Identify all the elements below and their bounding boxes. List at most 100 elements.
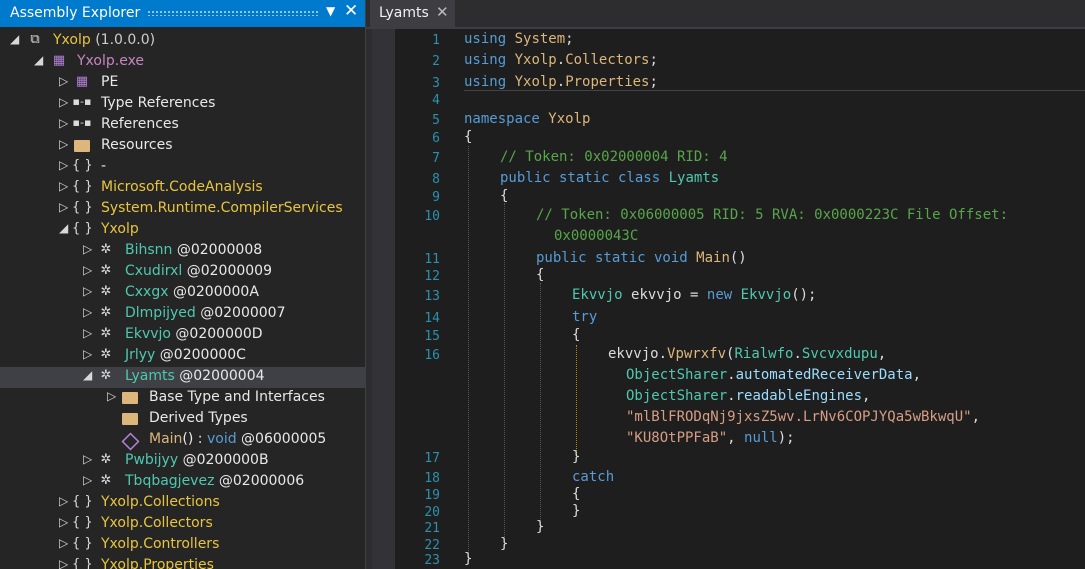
code-line[interactable]: Ekvvjo ekvvjo = new Ekvvjo(); (572, 287, 817, 303)
code-line[interactable]: { (536, 267, 544, 283)
tab-lyamts[interactable]: Lyamts ✕ (370, 0, 455, 27)
tree-item-class[interactable]: ▷ ✲ Tbqbagjevez @02000006 (0, 472, 365, 493)
code-line[interactable]: ObjectSharer.automatedReceiverData, (626, 367, 921, 383)
tree-item-class[interactable]: ▷ ✲ Cxudirxl @02000009 (0, 262, 365, 283)
tree-item-class[interactable]: ▷ ✲ Bihsnn @02000008 (0, 241, 365, 262)
code-line[interactable]: } (536, 519, 544, 535)
pe-icon: ▦ (75, 74, 89, 89)
line-number: 12 (424, 269, 440, 284)
collapsed-arrow-icon[interactable]: ▷ (59, 536, 71, 550)
expanded-arrow-icon[interactable]: ◢ (83, 368, 95, 382)
collapsed-arrow-icon[interactable]: ▷ (59, 179, 71, 193)
tree-item-resources[interactable]: ▷ Resources (0, 136, 365, 157)
collapsed-arrow-icon[interactable]: ▷ (59, 200, 71, 214)
tree-item-namespace[interactable]: ▷ { } Yxolp.Properties (0, 556, 365, 569)
collapsed-arrow-icon[interactable]: ▷ (59, 74, 71, 88)
line-number: 18 (424, 471, 440, 486)
code-line[interactable]: } (572, 449, 580, 465)
tree-item-namespace[interactable]: ▷ { } - (0, 157, 365, 178)
collapsed-arrow-icon[interactable]: ▷ (83, 284, 95, 298)
tree-item-class[interactable]: ▷ ✲ Jrlyy @0200000C (0, 346, 365, 367)
code-line[interactable]: "mlBlFRODqNj9jxsZ5wv.LrNv6COPJYQa5wBkwqU… (626, 409, 980, 425)
editor-margin (372, 29, 395, 569)
code-editor[interactable]: 1 2 3 4 5 6 7 8 9 10 11 12 13 14 15 16 17 18 19 20 21 22 23 us… (372, 29, 1085, 569)
expanded-arrow-icon[interactable]: ◢ (10, 32, 22, 46)
tree-item-references[interactable]: ▷ ▪-▪ References (0, 115, 365, 136)
namespace-icon: { } (72, 536, 93, 551)
tree-label: Yxolp.exe (77, 53, 145, 69)
tree-item-namespace[interactable]: ▷ { } Microsoft.CodeAnalysis (0, 178, 365, 199)
panel-close-icon[interactable]: ✕ (344, 1, 358, 21)
code-line[interactable]: } (464, 551, 472, 567)
code-line[interactable]: using Yxolp.Properties; (464, 74, 658, 90)
drag-grip[interactable] (147, 10, 319, 16)
tree-item-class-selected[interactable]: ◢ ✲ Lyamts @02000004 (0, 367, 365, 388)
collapsed-arrow-icon[interactable]: ▷ (59, 515, 71, 529)
code-line[interactable]: { (464, 129, 472, 145)
collapsed-arrow-icon[interactable]: ▷ (59, 158, 71, 172)
collapsed-arrow-icon[interactable]: ▷ (107, 389, 119, 403)
tree-label: Microsoft.CodeAnalysis (101, 179, 263, 195)
tree-item-class[interactable]: ▷ ✲ Dlmpijyed @02000007 (0, 304, 365, 325)
tree-item-namespace[interactable]: ▷ { } Yxolp.Collections (0, 493, 365, 514)
code-line[interactable]: using Yxolp.Collectors; (464, 52, 658, 68)
tree-token: @0200000D (170, 326, 263, 342)
tree-item-class[interactable]: ▷ ✲ Cxxgx @0200000A (0, 283, 365, 304)
indent-guide (468, 146, 469, 553)
collapsed-arrow-icon[interactable]: ▷ (59, 494, 71, 508)
code-comment[interactable]: // Token: 0x02000004 RID: 4 (500, 149, 728, 165)
line-number: 20 (424, 505, 440, 520)
tree-item-pe[interactable]: ▷ ▦ PE (0, 73, 365, 94)
collapsed-arrow-icon[interactable]: ▷ (83, 326, 95, 340)
assembly-icon: ⧉ (30, 32, 40, 47)
collapsed-arrow-icon[interactable]: ▷ (59, 557, 71, 569)
tree-label: Yxolp.Collectors (101, 515, 213, 531)
code-line[interactable]: namespace Yxolp (464, 111, 590, 127)
tree-item-class[interactable]: ▷ ✲ Ekvvjo @0200000D (0, 325, 365, 346)
expanded-arrow-icon[interactable]: ◢ (59, 221, 71, 235)
code-line[interactable]: { (572, 327, 580, 343)
tree-item-namespace[interactable]: ◢ { } Yxolp (0, 220, 365, 241)
tree-item-method[interactable]: Main() : void @06000005 (0, 430, 365, 451)
code-line[interactable]: catch (572, 469, 614, 485)
tab-close-icon[interactable]: ✕ (436, 3, 449, 21)
namespace-icon: { } (72, 515, 93, 530)
collapsed-arrow-icon[interactable]: ▷ (83, 263, 95, 277)
code-line[interactable]: } (572, 503, 580, 519)
collapsed-arrow-icon[interactable]: ▷ (83, 305, 95, 319)
code-line[interactable]: ekvvjo.Vpwrxfv(Rialwfo.Svcvxdupu, (608, 346, 886, 362)
collapsed-arrow-icon[interactable]: ▷ (59, 95, 71, 109)
tree-item-assembly[interactable]: ◢ ⧉ Yxolp (1.0.0.0) (0, 31, 365, 52)
code-line[interactable]: ObjectSharer.readableEngines, (626, 388, 870, 404)
code-comment[interactable]: // Token: 0x06000005 RID: 5 RVA: 0x00002… (536, 207, 1008, 223)
collapsed-arrow-icon[interactable]: ▷ (59, 137, 71, 151)
tree-item-derived-types[interactable]: Derived Types (0, 409, 365, 430)
code-line[interactable]: { (500, 188, 508, 204)
code-line[interactable]: using System; (464, 31, 574, 47)
tree-item-namespace[interactable]: ▷ { } System.Runtime.CompilerServices (0, 199, 365, 220)
tree-label: Type References (101, 95, 216, 111)
tree-item-module[interactable]: ◢ ▦ Yxolp.exe (0, 52, 365, 73)
collapsed-arrow-icon[interactable]: ▷ (83, 347, 95, 361)
code-line[interactable]: "KU8OtPPFaB", null); (626, 430, 795, 446)
collapsed-arrow-icon[interactable]: ▷ (59, 116, 71, 130)
tree-item-namespace[interactable]: ▷ { } Yxolp.Collectors (0, 514, 365, 535)
code-line[interactable]: public static class Lyamts (500, 170, 719, 186)
using-separator (464, 90, 1085, 91)
collapsed-arrow-icon[interactable]: ▷ (83, 473, 95, 487)
code-line[interactable]: } (500, 536, 508, 552)
panel-title: Assembly Explorer (10, 5, 141, 21)
tree-item-namespace[interactable]: ▷ { } Yxolp.Controllers (0, 535, 365, 556)
tree-item-type-references[interactable]: ▷ ▪-▪ Type References (0, 94, 365, 115)
tree-item-base-types[interactable]: ▷ Base Type and Interfaces (0, 388, 365, 409)
code-comment[interactable]: 0x0000043C (554, 228, 638, 244)
collapsed-arrow-icon[interactable]: ▷ (83, 242, 95, 256)
expanded-arrow-icon[interactable]: ◢ (34, 53, 46, 67)
tree-item-class[interactable]: ▷ ✲ Pwbijyy @0200000B (0, 451, 365, 472)
code-line[interactable]: public static void Main() (536, 250, 747, 266)
code-line[interactable]: { (572, 486, 580, 502)
class-icon: ✲ (100, 284, 112, 299)
code-line[interactable]: try (572, 309, 597, 325)
collapsed-arrow-icon[interactable]: ▷ (83, 452, 95, 466)
panel-dropdown-icon[interactable]: ▼ (326, 4, 335, 18)
